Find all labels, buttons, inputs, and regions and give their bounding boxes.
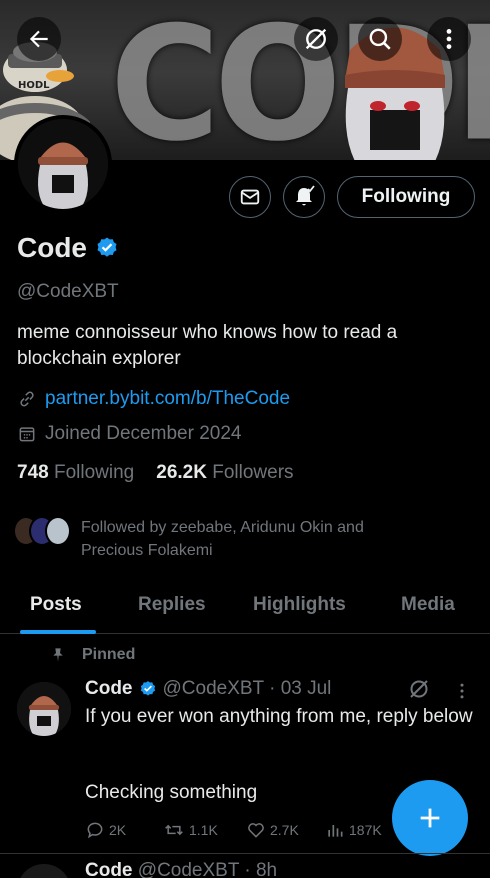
followed-by-text: Followed by zeebabe, Aridunu Okin and Pr… xyxy=(81,519,364,559)
profile-tabs: Posts Replies Highlights Media xyxy=(0,584,490,634)
active-tab-indicator xyxy=(20,630,96,634)
pinned-label: Pinned xyxy=(82,646,136,663)
repost-icon xyxy=(165,824,183,836)
message-button[interactable] xyxy=(229,176,271,218)
tab-highlights[interactable]: Highlights xyxy=(253,594,346,616)
compose-button[interactable] xyxy=(392,780,468,856)
post-more-icon[interactable] xyxy=(452,680,472,702)
profile-link-row: partner.bybit.com/b/TheCode xyxy=(17,388,290,410)
tab-replies[interactable]: Replies xyxy=(138,594,206,616)
post-author-avatar[interactable] xyxy=(17,682,71,736)
joined-row: Joined December 2024 xyxy=(17,423,241,445)
joined-date: Joined December 2024 xyxy=(45,423,242,444)
following-label: Following xyxy=(53,462,135,483)
reply-button[interactable]: 2K xyxy=(85,820,126,840)
more-options-button[interactable] xyxy=(427,17,471,61)
tab-media[interactable]: Media xyxy=(401,594,455,616)
notifications-button[interactable] xyxy=(283,176,325,218)
like-button[interactable]: 2.7K xyxy=(246,820,299,840)
followers-stat[interactable]: 26.2K Followers xyxy=(156,462,293,484)
next-post-handle-time: @CodeXBT · 8h xyxy=(137,860,278,878)
views-icon xyxy=(328,825,343,837)
follower-avatar xyxy=(45,516,71,546)
reply-icon xyxy=(87,822,103,839)
profile-bio: meme connoisseur who knows how to read a… xyxy=(17,322,398,369)
link-icon xyxy=(20,391,34,407)
pin-icon xyxy=(53,648,63,662)
verified-badge-icon xyxy=(140,681,155,696)
grok-icon xyxy=(305,28,327,50)
envelope-icon xyxy=(240,189,260,205)
next-post-author[interactable]: Code xyxy=(85,860,133,878)
following-stat[interactable]: 748 Following xyxy=(17,462,134,484)
profile-name-row: Code xyxy=(17,232,119,264)
following-button[interactable]: Following xyxy=(337,176,475,218)
post-divider xyxy=(0,853,490,854)
tab-posts[interactable]: Posts xyxy=(30,594,82,616)
back-arrow-icon xyxy=(29,30,48,48)
verified-badge-icon[interactable] xyxy=(95,236,119,260)
hodl-badge: HODL xyxy=(18,80,50,91)
reply-count: 2K xyxy=(109,822,127,838)
search-button[interactable] xyxy=(358,17,402,61)
views-button[interactable]: 187K xyxy=(325,820,382,840)
more-vertical-icon xyxy=(446,29,452,49)
repost-count: 1.1K xyxy=(189,822,218,838)
followers-count: 26.2K xyxy=(156,462,207,483)
profile-handle: @CodeXBT xyxy=(17,281,119,302)
followed-by-row[interactable]: Followed by zeebabe, Aridunu Okin and Pr… xyxy=(13,516,421,562)
following-count: 748 xyxy=(17,462,49,483)
like-count: 2.7K xyxy=(270,822,299,838)
grok-icon[interactable] xyxy=(407,677,431,701)
avatar-image xyxy=(18,119,108,209)
back-button[interactable] xyxy=(17,17,61,61)
calendar-icon xyxy=(19,427,35,442)
profile-website-link[interactable]: partner.bybit.com/b/TheCode xyxy=(45,388,290,410)
follow-stats: 748 Following 26.2K Followers xyxy=(17,462,294,484)
bell-check-icon xyxy=(296,185,315,206)
post-text: If you ever won anything from me, reply … xyxy=(85,706,473,727)
grok-button[interactable] xyxy=(294,17,338,61)
post-text-second-line: Checking something xyxy=(85,782,258,803)
profile-name: Code xyxy=(17,232,87,263)
next-post-avatar[interactable] xyxy=(17,864,71,878)
plus-icon xyxy=(420,808,440,828)
repost-button[interactable]: 1.1K xyxy=(163,820,218,840)
post-handle-time: @CodeXBT · 03 Jul xyxy=(162,678,332,699)
next-post-header: Code @CodeXBT · 8h xyxy=(85,860,277,878)
search-icon xyxy=(369,28,391,50)
post-author-name[interactable]: Code xyxy=(85,678,133,700)
pinned-label-row: Pinned xyxy=(50,646,135,664)
profile-avatar[interactable] xyxy=(14,115,112,213)
post-header: Code @CodeXBT · 03 Jul xyxy=(85,678,331,700)
heart-icon xyxy=(248,823,264,838)
views-count: 187K xyxy=(349,822,382,838)
followers-label: Followers xyxy=(212,462,294,483)
post-avatar-image xyxy=(17,682,71,736)
